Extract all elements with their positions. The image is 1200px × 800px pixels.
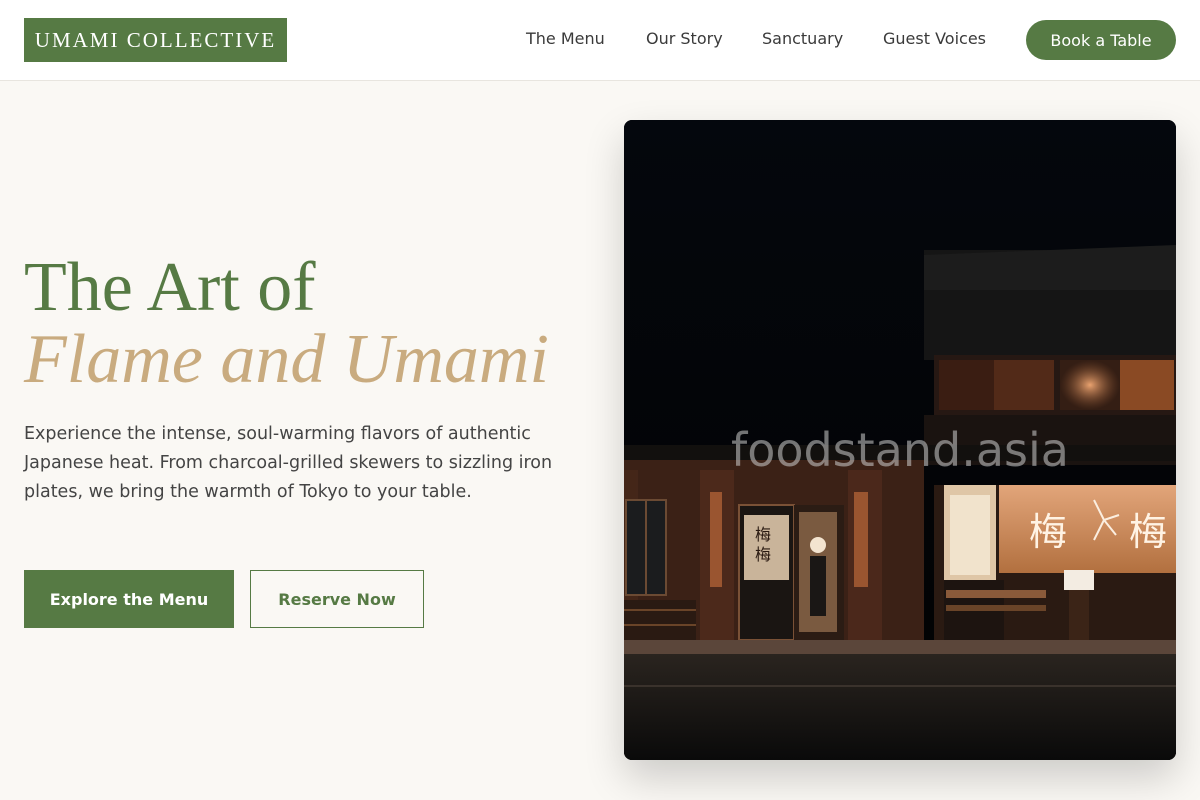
noren-glyph-1: 梅 <box>1029 510 1067 554</box>
hero-title: The Art of <box>24 249 316 326</box>
sign-glyph-2: 梅 <box>755 545 771 564</box>
nav-link-our-story[interactable]: Our Story <box>646 29 723 48</box>
site-header: UMAMI COLLECTIVE The Menu Our Story Sanc… <box>0 0 1200 81</box>
sign-glyph-1: 梅 <box>755 525 771 544</box>
hero-image: 梅 梅 梅 梅 foodstand.asia <box>624 120 1176 760</box>
nav-link-sanctuary[interactable]: Sanctuary <box>762 29 843 48</box>
explore-menu-button[interactable]: Explore the Menu <box>24 570 234 628</box>
nav-link-menu[interactable]: The Menu <box>526 29 605 48</box>
nav-link-guest-voices[interactable]: Guest Voices <box>883 29 986 48</box>
hero-description: Experience the intense, soul-warming fla… <box>24 424 553 502</box>
book-table-button[interactable]: Book a Table <box>1026 20 1176 60</box>
hero-title-accent: Flame and Umami <box>24 321 549 398</box>
noren-glyph-2: 梅 <box>1129 510 1167 554</box>
storefront-illustration: 梅 梅 梅 梅 foodstand.asia <box>624 120 1176 760</box>
main-nav: The Menu Our Story Sanctuary Guest Voice… <box>0 0 1200 80</box>
watermark-text: foodstand.asia <box>731 423 1069 477</box>
reserve-now-button[interactable]: Reserve Now <box>250 570 424 628</box>
